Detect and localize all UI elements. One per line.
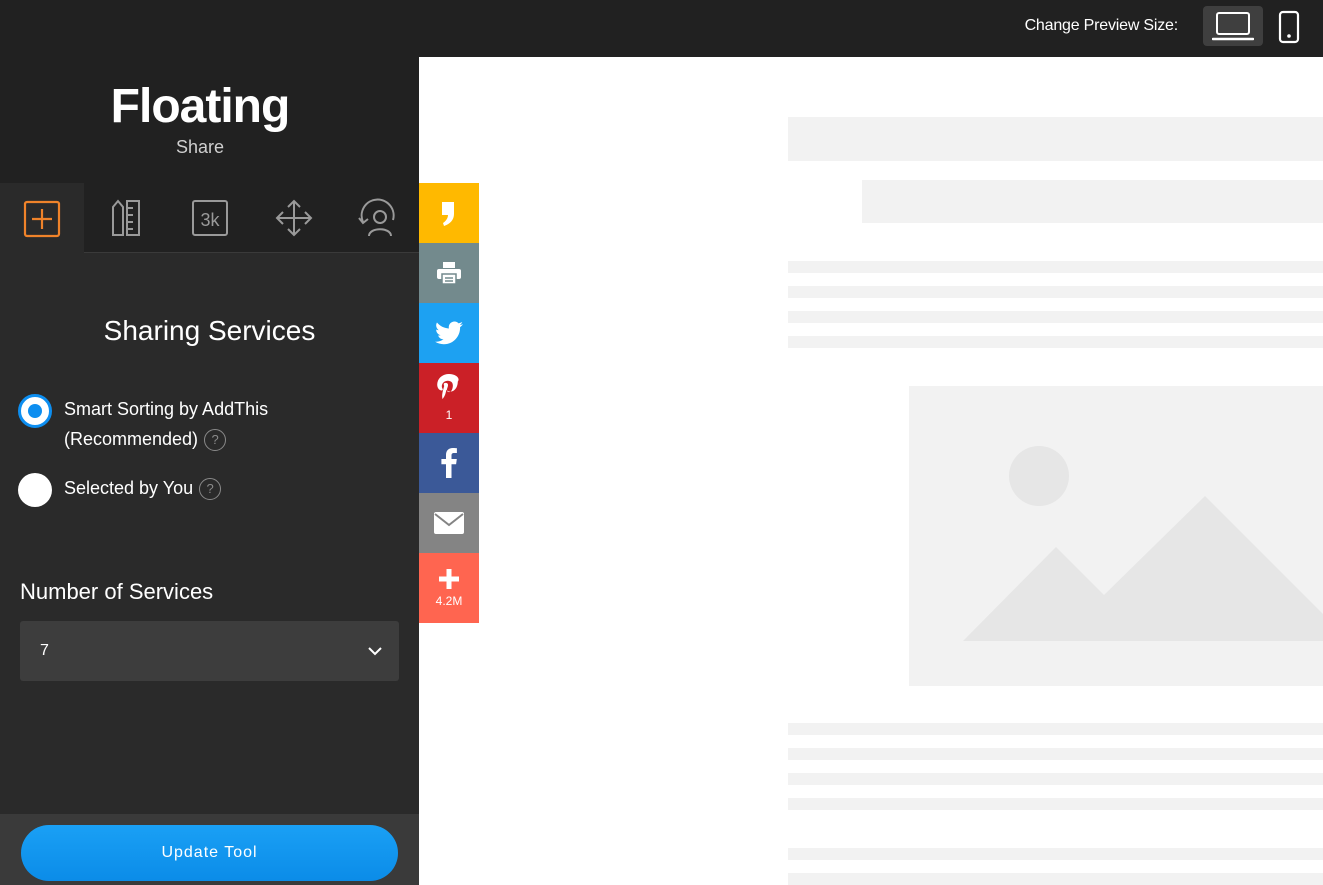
help-icon[interactable]: ? xyxy=(199,478,222,501)
tab-services[interactable] xyxy=(0,183,84,254)
share-print-button[interactable] xyxy=(419,243,479,303)
add-square-icon xyxy=(23,200,61,237)
number-of-services-label: Number of Services xyxy=(20,579,214,604)
radio-button-unchecked[interactable] xyxy=(18,473,52,507)
tab-design[interactable] xyxy=(84,183,168,253)
placeholder-text-line xyxy=(788,773,1323,785)
update-tool-button[interactable]: Update Tool xyxy=(21,825,398,881)
share-email-button[interactable] xyxy=(419,493,479,553)
radio-selected-by-you[interactable]: Selected by You? xyxy=(18,473,222,507)
placeholder-text-line xyxy=(788,311,1323,323)
move-arrows-icon xyxy=(275,199,313,237)
radio-smart-sorting[interactable]: Smart Sorting by AddThis (Recommended)? xyxy=(18,394,268,454)
number-of-services-select[interactable]: 7 xyxy=(20,621,399,681)
mobile-preview-button[interactable] xyxy=(1275,8,1303,46)
placeholder-text-line xyxy=(788,798,1323,810)
share-pinterest-button[interactable]: 1 xyxy=(419,363,479,433)
placeholder-image xyxy=(909,386,1323,686)
selected-by-you-label: Selected by You? xyxy=(64,473,222,503)
tab-targeting[interactable] xyxy=(336,183,420,253)
desktop-preview-button[interactable] xyxy=(1203,6,1263,46)
placeholder-text-line xyxy=(788,873,1323,885)
placeholder-title-bar xyxy=(788,117,1323,161)
share-more-button[interactable]: 4.2M xyxy=(419,553,479,623)
sharing-services-heading: Sharing Services xyxy=(103,315,316,346)
page-preview xyxy=(419,57,1323,885)
share-facebook-button[interactable] xyxy=(419,433,479,493)
selected-by-you-text: Selected by You xyxy=(64,478,194,498)
radio-button-checked[interactable] xyxy=(18,394,52,428)
twitter-icon xyxy=(435,321,463,345)
tab-counts[interactable]: 3k xyxy=(168,183,252,253)
help-icon[interactable]: ? xyxy=(204,429,227,452)
smart-sorting-line2: (Recommended) xyxy=(64,429,199,449)
facebook-icon xyxy=(441,448,457,478)
tab-position[interactable] xyxy=(252,183,336,253)
tool-subtitle: Share xyxy=(175,137,225,157)
pinterest-icon xyxy=(437,374,459,399)
plus-icon xyxy=(439,569,459,589)
image-placeholder-icon xyxy=(963,446,1323,641)
placeholder-text-line xyxy=(788,286,1323,298)
placeholder-text-line xyxy=(788,261,1323,273)
share-twitter-button[interactable] xyxy=(419,303,479,363)
laptop-icon xyxy=(1212,12,1254,41)
more-count: 4.2M xyxy=(435,594,463,608)
floating-share-bar: 1 4.2M xyxy=(419,183,479,623)
smart-sorting-line1: Smart Sorting by AddThis xyxy=(64,399,269,419)
preview-size-label: Change Preview Size: xyxy=(1024,17,1179,34)
placeholder-text-line xyxy=(788,723,1323,735)
sidebar-footer: Update Tool xyxy=(0,814,419,885)
pinterest-count: 1 xyxy=(445,408,453,422)
top-bar: Change Preview Size: xyxy=(0,0,1323,57)
placeholder-text-line xyxy=(788,748,1323,760)
print-icon xyxy=(437,262,461,285)
share-quote-button[interactable] xyxy=(419,183,479,243)
ruler-pencil-icon xyxy=(112,199,140,236)
settings-sidebar: Floating Share 3k Sharing Services Smart… xyxy=(0,57,419,885)
counter-3k-icon: 3k xyxy=(192,200,228,236)
select-value: 7 xyxy=(40,642,49,659)
tool-title: Floating xyxy=(110,80,291,133)
phone-icon xyxy=(1278,10,1300,44)
placeholder-text-line xyxy=(788,848,1323,860)
smart-sorting-label: Smart Sorting by AddThis (Recommended)? xyxy=(64,394,268,454)
settings-tabs: 3k xyxy=(0,183,420,254)
tool-header: Floating Share xyxy=(0,57,419,183)
email-icon xyxy=(434,512,464,534)
quote-icon xyxy=(442,202,454,226)
placeholder-text-line xyxy=(788,336,1323,348)
placeholder-subtitle-bar xyxy=(862,180,1323,223)
counter-3k-glyph: 3k xyxy=(200,210,220,230)
user-target-icon xyxy=(358,198,395,237)
chevron-down-icon xyxy=(368,647,382,656)
